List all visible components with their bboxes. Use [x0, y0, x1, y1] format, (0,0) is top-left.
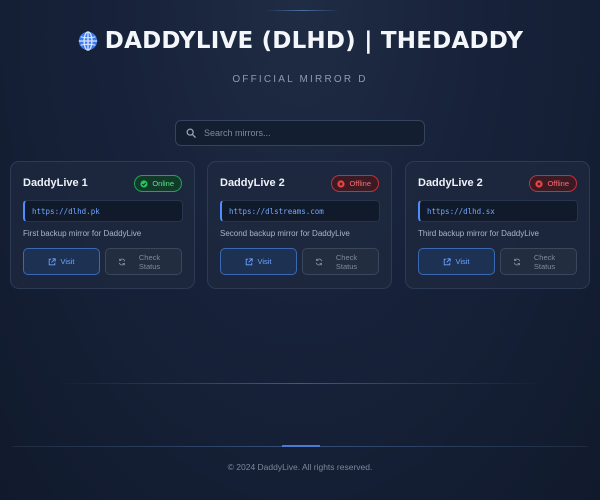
- check-circle-icon: [140, 179, 148, 188]
- section-divider: [55, 383, 545, 384]
- page-subtitle: OFFICIAL MIRROR D: [232, 74, 368, 85]
- mirror-url: https://dlstreams.com: [220, 200, 380, 222]
- status-label: Online: [152, 179, 174, 188]
- top-accent-line: [265, 10, 340, 11]
- mirror-name: DaddyLive 2: [418, 177, 483, 189]
- status-badge: Online: [134, 175, 182, 192]
- visit-label: Visit: [257, 257, 272, 266]
- status-badge: Offline: [529, 175, 577, 192]
- external-link-icon: [246, 257, 254, 265]
- status-label: Offline: [349, 179, 371, 188]
- mirror-description: Second backup mirror for DaddyLive: [220, 229, 350, 238]
- visit-button[interactable]: Visit: [418, 248, 495, 275]
- check-status-button[interactable]: Check Status: [105, 248, 182, 275]
- external-link-icon: [49, 257, 57, 265]
- title-row: DADDYLIVE (DLHD) | THEDADDY: [0, 28, 600, 54]
- mirror-description: First backup mirror for DaddyLive: [23, 229, 142, 238]
- x-circle-icon: [535, 179, 544, 188]
- visit-button[interactable]: Visit: [23, 248, 100, 275]
- check-status-label: Check Status: [533, 252, 556, 271]
- visit-label: Visit: [60, 257, 75, 266]
- check-status-label: Check Status: [138, 252, 161, 271]
- check-status-button[interactable]: Check Status: [302, 248, 379, 275]
- status-badge: Offline: [331, 175, 379, 192]
- status-label: Offline: [547, 179, 569, 188]
- footer-copyright: © 2024 DaddyLive. All rights reserved.: [227, 462, 373, 472]
- x-circle-icon: [337, 179, 346, 188]
- footer-accent-line: [282, 445, 320, 447]
- page-title: DADDYLIVE (DLHD) | THEDADDY: [104, 28, 524, 54]
- mirror-name: DaddyLive 2: [220, 177, 285, 189]
- refresh-icon: [513, 258, 520, 265]
- mirror-url: https://dlhd.sx: [418, 200, 578, 222]
- refresh-icon: [118, 258, 125, 265]
- mirror-card: DaddyLive 2 Offline https://dlhd.sx Thir…: [405, 161, 590, 289]
- mirror-url: https://dlhd.pk: [23, 200, 183, 222]
- refresh-icon: [315, 258, 322, 265]
- search-icon: [186, 128, 196, 138]
- search-box[interactable]: [175, 120, 425, 146]
- search-input[interactable]: [204, 128, 404, 138]
- visit-button[interactable]: Visit: [220, 248, 297, 275]
- mirror-description: Third backup mirror for DaddyLive: [418, 229, 539, 238]
- visit-label: Visit: [455, 257, 470, 266]
- external-link-icon: [444, 257, 452, 265]
- check-status-button[interactable]: Check Status: [500, 248, 577, 275]
- mirror-card: DaddyLive 1 Online https://dlhd.pk First…: [10, 161, 195, 289]
- mirror-name: DaddyLive 1: [23, 177, 88, 189]
- globe-icon: [77, 30, 99, 52]
- mirror-card: DaddyLive 2 Offline https://dlstreams.co…: [207, 161, 392, 289]
- page-header: DADDYLIVE (DLHD) | THEDADDY OFFICIAL MIR…: [0, 28, 600, 85]
- check-status-label: Check Status: [335, 252, 358, 271]
